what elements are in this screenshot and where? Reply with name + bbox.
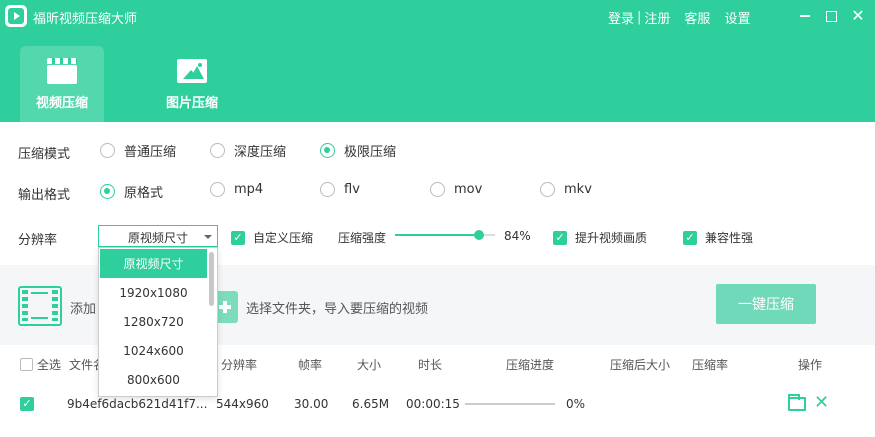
radio-circle [430,182,445,197]
radio-label: 极限压缩 [344,145,397,160]
enhance-quality-label: 提升视频画质 [575,231,648,245]
slider-thumb[interactable] [474,230,484,240]
radio-label: 普通压缩 [124,145,177,160]
custom-compress-label: 自定义压缩 [253,231,314,245]
row-progress-text: 0% [566,397,586,411]
top-links: 登录 | 注册 客服 设置 [608,8,750,27]
tab-video-label: 视频压缩 [35,96,88,111]
compress-all-button[interactable]: 一键压缩 [716,284,816,324]
resolution-label: 分辨率 [18,233,58,248]
radio-label: flv [344,182,360,197]
resolution-option[interactable]: 1920x1080 [100,278,207,307]
tab-image-label: 图片压缩 [165,96,218,111]
row-resolution: 544x960 [216,397,269,411]
tab-video-compress[interactable]: 视频压缩 [20,46,104,122]
column-header-resolution: 分辨率 [221,358,258,372]
radio-format-flv[interactable]: flv [320,182,360,197]
radio-format-mp4[interactable]: mp4 [210,182,263,197]
radio-label: mkv [564,182,592,197]
chevron-down-icon [204,235,212,239]
radio-label: mp4 [234,182,264,197]
column-header-size: 大小 [357,358,382,372]
radio-deep-compress[interactable]: 深度压缩 [210,141,286,160]
settings-link[interactable]: 设置 [724,8,750,27]
radio-circle [100,143,115,158]
dropdown-scrollbar[interactable] [209,252,214,306]
select-all-checkbox[interactable]: 全选 [20,356,61,373]
select-folder-text[interactable]: 选择文件夹，导入要压缩的视频 [246,298,428,317]
radio-circle [540,182,555,197]
film-icon[interactable] [18,286,62,326]
row-fps: 30.00 [294,397,329,411]
tab-image-compress[interactable]: 图片压缩 [150,46,234,122]
minimize-button[interactable] [795,6,815,26]
radio-circle [320,143,335,158]
slider-fill [395,234,479,236]
column-header-ratio: 压缩率 [692,358,729,372]
app-title: 福昕视频压缩大师 [33,12,138,27]
row-filename: 9b4ef6dacb621d41f7... [67,397,208,411]
custom-compress-checkbox[interactable]: ✓ 自定义压缩 [231,229,313,246]
radio-format-mov[interactable]: mov [430,182,482,197]
column-header-duration: 时长 [418,358,443,372]
add-file-text[interactable]: 添加 [70,298,96,317]
resolution-select[interactable]: 原视频尺寸 [98,225,218,247]
row-duration: 00:00:15 [406,397,460,411]
row-progress-bar [465,403,555,405]
compatibility-checkbox[interactable]: ✓ 兼容性强 [683,229,753,246]
radio-circle [100,184,115,199]
app-logo-icon [5,5,27,27]
column-header-fps: 帧率 [298,358,323,372]
radio-circle [210,182,225,197]
column-header-progress: 压缩进度 [506,358,555,372]
resolution-selected-value: 原视频尺寸 [128,231,189,245]
compress-mode-label: 压缩模式 [18,147,71,162]
row-size: 6.65M [352,397,390,411]
checkbox-check-icon: ✓ [553,230,567,245]
resolution-option[interactable]: 800x600 [100,365,207,394]
radio-format-original[interactable]: 原格式 [100,182,163,201]
resolution-option[interactable]: 1280x720 [100,307,207,336]
maximize-button[interactable] [821,6,841,26]
output-format-label: 输出格式 [18,188,71,203]
radio-label: 深度压缩 [234,145,287,160]
resolution-option[interactable]: 原视频尺寸 [100,249,207,278]
radio-circle [320,182,335,197]
enhance-quality-checkbox[interactable]: ✓ 提升视频画质 [553,229,647,246]
column-header-actions: 操作 [798,358,823,372]
strength-value: 84% [504,229,531,243]
checkbox-box [20,358,33,371]
resolution-option[interactable]: 1024x600 [100,336,207,365]
column-header-compressed-size: 压缩后大小 [610,358,671,372]
open-folder-icon[interactable] [788,394,806,411]
select-all-label: 全选 [37,358,62,372]
radio-extreme-compress[interactable]: 极限压缩 [320,141,396,160]
compatibility-label: 兼容性强 [705,231,754,245]
radio-circle [210,143,225,158]
remove-row-icon[interactable]: ✕ [814,393,829,413]
login-link[interactable]: 登录 [608,8,634,27]
row-checkbox[interactable]: ✓ [20,397,34,411]
clapperboard-icon [46,58,78,84]
link-separator: | [637,10,642,25]
register-link[interactable]: 注册 [644,8,670,27]
radio-normal-compress[interactable]: 普通压缩 [100,141,176,160]
strength-slider[interactable] [395,230,495,240]
close-window-button[interactable]: ✕ [848,6,868,26]
checkbox-check-icon: ✓ [231,230,245,245]
service-link[interactable]: 客服 [684,8,710,27]
radio-label: mov [454,182,483,197]
radio-format-mkv[interactable]: mkv [540,182,592,197]
resolution-dropdown[interactable]: 原视频尺寸 1920x1080 1280x720 1024x600 800x60… [98,247,218,397]
radio-label: 原格式 [124,186,164,201]
strength-label: 压缩强度 [338,231,387,245]
checkbox-check-icon: ✓ [683,230,697,245]
image-icon [176,58,208,84]
